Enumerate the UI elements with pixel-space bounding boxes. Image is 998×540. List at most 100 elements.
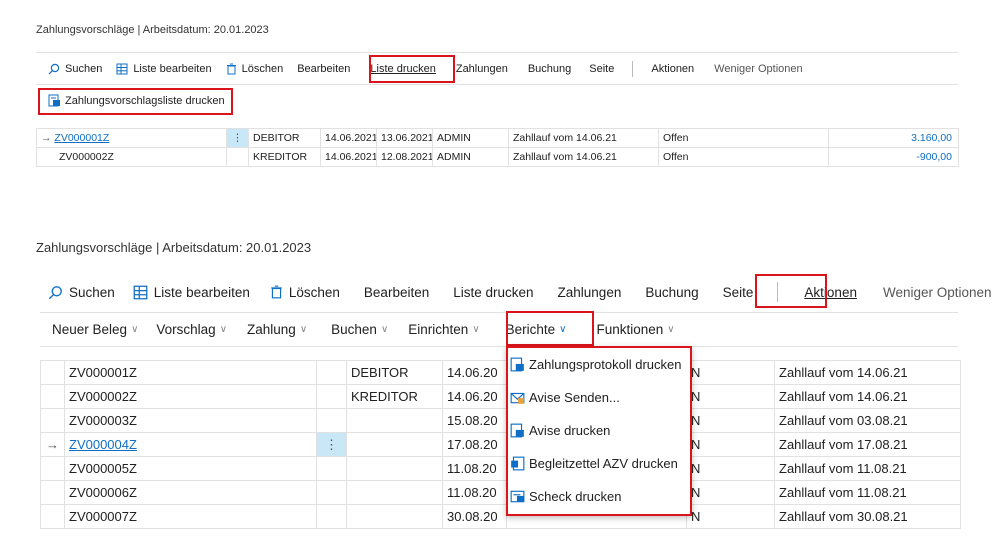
new-document-label: Neuer Beleg: [52, 321, 128, 337]
cell-description: Zahllauf vom 11.08.21: [774, 480, 961, 505]
delete-label: Löschen: [241, 63, 284, 75]
page-tab[interactable]: Seite: [589, 63, 614, 75]
setup-label: Einrichten: [408, 321, 469, 337]
cell-description: Zahllauf vom 11.08.21: [774, 456, 961, 481]
cell-status: N: [686, 384, 775, 409]
cell-date: 14.06.2021: [320, 147, 377, 167]
delete-button[interactable]: Löschen: [270, 285, 340, 300]
toolbar-top-divider: [36, 84, 958, 85]
print-list-highlight: [369, 55, 455, 83]
cell-actions: [316, 504, 347, 529]
table-row[interactable]: ZV000007Z 30.08.20 N Zahllauf vom 30.08.21: [40, 504, 961, 529]
cell-description: Zahllauf vom 30.08.21: [774, 504, 961, 529]
cell-type: [346, 504, 443, 529]
row-indicator-cell: [40, 360, 65, 385]
cell-amount[interactable]: -900,00: [828, 147, 959, 167]
search-label: Suchen: [65, 63, 103, 75]
proposal-dropdown[interactable]: Vorschlag ∨: [156, 322, 227, 337]
cell-type: [346, 456, 443, 481]
menu-item-send-advice[interactable]: Avise Senden...: [508, 381, 690, 414]
payment-dropdown[interactable]: Zahlung ∨: [247, 322, 307, 337]
proposal-table-bottom: ZV000001Z DEBITOR 14.06.20 N Zahllauf vom 14…: [40, 360, 961, 529]
table-row[interactable]: ZV000002Z KREDITOR 14.06.2021 12.08.2021…: [36, 147, 959, 167]
toolbar-separator: [632, 61, 634, 77]
payments-tab[interactable]: Zahlungen: [456, 63, 508, 75]
menu-item-label: Avise drucken: [529, 423, 611, 438]
table-row[interactable]: → ZV000001Z ⋮ DEBITOR 14.06.2021 13.06.2…: [36, 128, 959, 148]
delete-button[interactable]: Löschen: [226, 63, 284, 75]
chevron-down-icon: ∨: [299, 323, 308, 335]
cell-date: 15.08.20: [442, 408, 507, 433]
cell-date: 14.06.2021: [320, 128, 377, 148]
proposal-no-link[interactable]: ZV000001Z: [54, 132, 109, 144]
payment-label: Zahlung: [247, 321, 296, 337]
cell-amount[interactable]: 3.160,00: [828, 128, 959, 148]
posting-tab[interactable]: Buchung: [528, 63, 571, 75]
breadcrumb-top: Zahlungsvorschläge | Arbeitsdatum: 20.01…: [36, 24, 269, 36]
new-document-dropdown[interactable]: Neuer Beleg ∨: [52, 322, 138, 337]
edit-label: Bearbeiten: [363, 284, 430, 300]
actions-tab[interactable]: Aktionen: [651, 63, 694, 75]
menu-item-print-check[interactable]: Scheck drucken: [508, 480, 690, 513]
edit-button[interactable]: Bearbeiten: [297, 63, 350, 75]
table-row[interactable]: ZV000003Z 15.08.20 N Zahllauf vom 03.08.21: [40, 408, 961, 433]
fewer-options-label: Weniger Optionen: [714, 63, 803, 75]
post-dropdown[interactable]: Buchen ∨: [331, 322, 388, 337]
row-indicator-cell: [40, 408, 65, 433]
cell-proposal-no[interactable]: ZV000004Z: [64, 432, 317, 457]
table-row[interactable]: ZV000005Z 11.08.20 N Zahllauf vom 11.08.21: [40, 456, 961, 481]
functions-label: Funktionen: [596, 321, 664, 337]
cell-description: Zahllauf vom 14.06.21: [774, 384, 961, 409]
print-report-icon: [510, 357, 524, 372]
toolbar-top-border: [36, 52, 958, 53]
fewer-options-button[interactable]: Weniger Optionen: [883, 285, 992, 300]
edit-label: Bearbeiten: [297, 63, 351, 75]
post-label: Buchen: [331, 321, 377, 337]
edit-button[interactable]: Bearbeiten: [364, 285, 429, 300]
search-button[interactable]: Suchen: [48, 63, 102, 75]
print-list-tab[interactable]: Liste drucken: [453, 285, 533, 300]
print-list-label: Liste drucken: [453, 284, 534, 300]
menu-item-label: Begleitzettel AZV drucken: [529, 456, 678, 471]
edit-list-button[interactable]: Liste bearbeiten: [116, 63, 212, 75]
menu-item-print-advice[interactable]: Avise drucken: [508, 414, 690, 447]
cell-proposal-no: ZV000005Z: [64, 456, 317, 481]
cell-proposal-no: ZV000002Z: [64, 384, 317, 409]
payments-tab[interactable]: Zahlungen: [558, 285, 622, 300]
cell-status: N: [686, 360, 775, 385]
print-proposal-list-highlight: [38, 88, 233, 115]
page-label: Seite: [589, 63, 615, 75]
cell-date: 12.08.2021: [376, 147, 433, 167]
fewer-options-button[interactable]: Weniger Optionen: [714, 63, 802, 75]
table-row[interactable]: ZV000001Z DEBITOR 14.06.20 N Zahllauf vom 14…: [40, 360, 961, 385]
row-actions-button[interactable]: ⋮: [226, 128, 249, 148]
setup-dropdown[interactable]: Einrichten ∨: [408, 322, 479, 337]
cell-status: N: [686, 432, 775, 457]
search-icon: [48, 285, 62, 299]
edit-list-button[interactable]: Liste bearbeiten: [133, 285, 250, 300]
page-tab[interactable]: Seite: [723, 285, 754, 300]
cell-proposal-no: ZV000002Z: [36, 147, 227, 167]
cell-type: [346, 480, 443, 505]
cell-date: 14.06.20: [442, 360, 507, 385]
menu-item-azv-slip[interactable]: Begleitzettel AZV drucken: [508, 447, 690, 480]
cell-description: Zahllauf vom 14.06.21: [508, 128, 659, 148]
cell-type: DEBITOR: [248, 128, 321, 148]
cell-user: ADMIN: [432, 128, 509, 148]
cell-type: KREDITOR: [248, 147, 321, 167]
table-row[interactable]: ZV000002Z KREDITOR 14.06.20 N Zahllauf vom 1…: [40, 384, 961, 409]
menu-item-label: Scheck drucken: [529, 489, 622, 504]
row-actions-button[interactable]: ⋮: [316, 432, 347, 457]
search-button[interactable]: Suchen: [48, 285, 115, 300]
edit-list-label: Liste bearbeiten: [153, 284, 250, 300]
menu-item-payment-protocol[interactable]: Zahlungsprotokoll drucken: [508, 348, 690, 381]
table-row[interactable]: ZV000006Z 11.08.20 N Zahllauf vom 11.08.21: [40, 480, 961, 505]
check-print-icon: [510, 490, 525, 503]
search-icon: [48, 63, 60, 75]
page-label: Seite: [722, 284, 754, 300]
functions-dropdown[interactable]: Funktionen ∨: [597, 322, 675, 337]
posting-tab[interactable]: Buchung: [645, 285, 698, 300]
cell-type: [346, 432, 443, 457]
trash-icon: [226, 63, 236, 75]
table-row[interactable]: → ZV000004Z ⋮ 17.08.20 N Zahllauf vom 17.08.2…: [40, 432, 961, 457]
